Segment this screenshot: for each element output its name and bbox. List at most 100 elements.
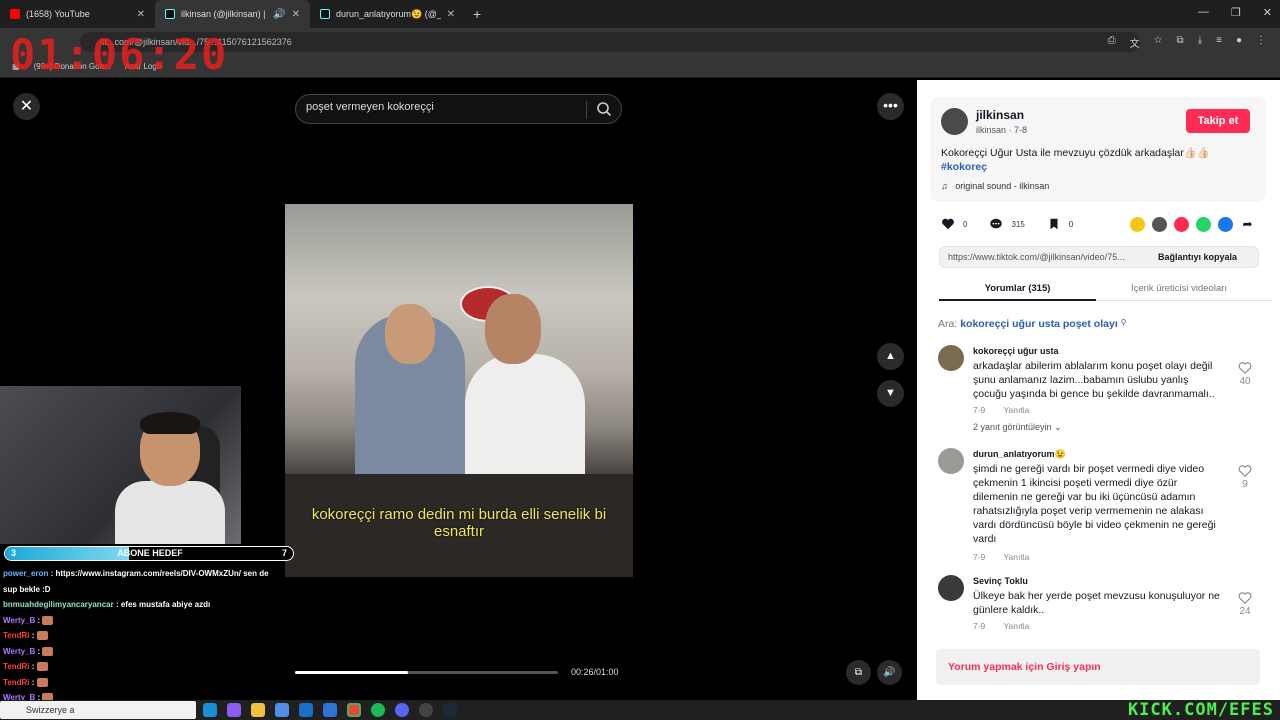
chat-emote-icon	[36, 677, 48, 687]
comment-meta: 7-9 Yanıtla	[973, 621, 1045, 631]
follow-button[interactable]: Takip et	[1186, 109, 1250, 133]
steam-icon[interactable]	[443, 703, 457, 717]
translate-icon[interactable]: 文	[1130, 35, 1140, 50]
heart-outline-icon[interactable]	[1238, 591, 1252, 605]
facebook-icon[interactable]	[1218, 217, 1233, 232]
avatar[interactable]	[938, 575, 964, 601]
tab-creator-videos[interactable]: İçerik üreticisi videoları	[1099, 283, 1259, 294]
comment-icon[interactable]	[989, 217, 1003, 231]
media-icon[interactable]: ≡	[1216, 35, 1222, 50]
author-username[interactable]: jilkinsan	[976, 108, 1024, 122]
video-player[interactable]: kokoreççi ramo dedin mi burda elli senel…	[285, 204, 633, 577]
action-row: 0 315 0	[941, 217, 1073, 231]
comment-author[interactable]: durun_anlatıyorum😉	[973, 449, 1066, 460]
folder-icon[interactable]	[251, 703, 265, 717]
minimize-icon[interactable]: —	[1198, 6, 1209, 19]
bookmark-icon[interactable]	[1047, 217, 1061, 231]
whatsapp-icon[interactable]	[1196, 217, 1211, 232]
more-options-button[interactable]: •••	[877, 93, 904, 120]
suggest-query[interactable]: kokoreççi uğur usta poşet olayı	[960, 318, 1118, 330]
heart-outline-icon[interactable]	[1238, 361, 1252, 375]
chat-message: power_eron : https://www.instagram.com/r…	[3, 566, 293, 582]
comment-text: Ülkeye bak her yerde poşet mevzusu konuş…	[973, 590, 1220, 616]
url-field[interactable]: kt...com/@jilkinsan/vid.../75...41507612…	[80, 32, 1140, 52]
comment-count: 315	[1011, 219, 1025, 229]
tab-tiktok-durun[interactable]: durun_anlatıyorum😉 (@_duru ✕	[310, 0, 465, 28]
share-arrow-icon[interactable]: ➦	[1240, 217, 1255, 232]
tab-youtube[interactable]: (1658) YouTube ✕	[0, 0, 155, 28]
search-icon[interactable]	[596, 101, 612, 117]
obs-icon[interactable]	[419, 703, 433, 717]
sound-label: original sound - ilkinsan	[955, 181, 1050, 191]
taskbar-search[interactable]: Swizzerye a	[0, 701, 196, 719]
star-icon[interactable]: ☆	[1154, 35, 1163, 50]
chrome-icon[interactable]	[347, 703, 361, 717]
chat-text: : https://www.instagram.com/reels/DIV-OW…	[50, 569, 269, 578]
volume-button[interactable]: 🔊	[877, 660, 902, 685]
calendar-icon[interactable]	[275, 703, 289, 717]
extensions-icon[interactable]: ⧉	[1177, 35, 1184, 50]
avatar[interactable]	[941, 108, 968, 135]
sound-info[interactable]: ♫ original sound - ilkinsan	[941, 181, 1049, 191]
edge-icon[interactable]	[203, 703, 217, 717]
window-controls: — ❐ ✕	[1198, 6, 1272, 19]
comment-author[interactable]: Sevinç Toklu	[973, 576, 1028, 586]
close-tab-icon[interactable]: ✕	[292, 9, 300, 20]
view-replies-button[interactable]: 2 yanıt görüntüleyin ⌄	[973, 422, 1062, 433]
comment-likes: 9	[1242, 479, 1248, 490]
pip-button[interactable]: ⧉	[846, 660, 871, 685]
reply-button[interactable]: Yanıtla	[1004, 621, 1030, 631]
reply-button[interactable]: Yanıtla	[1004, 552, 1030, 562]
menu-icon[interactable]: ⋮	[1256, 35, 1266, 50]
discord-icon[interactable]	[395, 703, 409, 717]
avatar[interactable]	[938, 448, 964, 474]
speaker-icon[interactable]: 🔊	[273, 9, 285, 20]
comment-author[interactable]: kokoreççi uğur usta	[973, 346, 1059, 356]
copy-link-button[interactable]: Bağlantıyı kopyala	[1158, 252, 1237, 262]
search-divider	[586, 101, 587, 119]
chat-text: :	[31, 662, 37, 671]
spotify-icon[interactable]	[371, 703, 385, 717]
comment-date: 7-9	[973, 405, 986, 415]
screen: (1658) YouTube ✕ ilkinsan (@jilkinsan) |…	[0, 0, 1280, 720]
stream-chat: power_eron : https://www.instagram.com/r…	[3, 566, 293, 706]
chat-message: Werty_B :	[3, 644, 293, 660]
store-icon[interactable]	[323, 703, 337, 717]
heart-outline-icon[interactable]	[1238, 464, 1252, 478]
install-icon[interactable]: ⎙	[1108, 35, 1116, 50]
close-button[interactable]: ✕	[13, 93, 40, 120]
outlook-icon[interactable]	[299, 703, 313, 717]
video-progress-bar[interactable]	[295, 671, 558, 674]
restore-icon[interactable]: ❐	[1231, 6, 1241, 19]
search-input[interactable]	[306, 101, 576, 113]
search-suggestion[interactable]: Ara: kokoreççi uğur usta poşet olayı ⚲	[938, 318, 1127, 330]
person-right-head	[485, 294, 541, 364]
video-timecode: 00:26/01:00	[571, 667, 619, 677]
tab-comments[interactable]: Yorumlar (315)	[939, 283, 1096, 294]
tab-tiktok-profile[interactable]: ilkinsan (@jilkinsan) | TikTok 🔊 ✕	[155, 0, 310, 28]
login-to-comment-button[interactable]: Yorum yapmak için Giriş yapın	[936, 649, 1260, 685]
comment-meta: 7-9 Yanıtla	[973, 552, 1045, 562]
search-bar[interactable]	[295, 94, 622, 124]
avatar[interactable]	[938, 345, 964, 371]
reply-button[interactable]: Yanıtla	[1004, 405, 1030, 415]
chat-message: TendRi :	[3, 659, 293, 675]
new-tab-button[interactable]: +	[465, 6, 489, 22]
next-video-button[interactable]: ▼	[877, 380, 904, 407]
author-card: jilkinsan ilkinsan · 7-8 Takip et Kokore…	[930, 97, 1266, 202]
close-window-icon[interactable]: ✕	[1263, 6, 1272, 19]
tiktok-icon	[320, 9, 330, 19]
download-icon[interactable]: ⤓	[1198, 35, 1202, 50]
video-link[interactable]: https://www.tiktok.com/@jilkinsan/video/…	[948, 252, 1148, 262]
close-tab-icon[interactable]: ✕	[137, 9, 145, 20]
close-tab-icon[interactable]: ✕	[447, 9, 455, 20]
embed-icon[interactable]	[1152, 217, 1167, 232]
repost-icon[interactable]	[1130, 217, 1145, 232]
previous-video-button[interactable]: ▲	[877, 343, 904, 370]
hashtag-link[interactable]: #kokoreç	[941, 161, 987, 173]
send-icon[interactable]	[1174, 217, 1189, 232]
copilot-icon[interactable]	[227, 703, 241, 717]
heart-icon[interactable]	[941, 217, 955, 231]
chat-message: sup bekle :D	[3, 582, 293, 598]
profile-icon[interactable]: ●	[1236, 35, 1242, 50]
